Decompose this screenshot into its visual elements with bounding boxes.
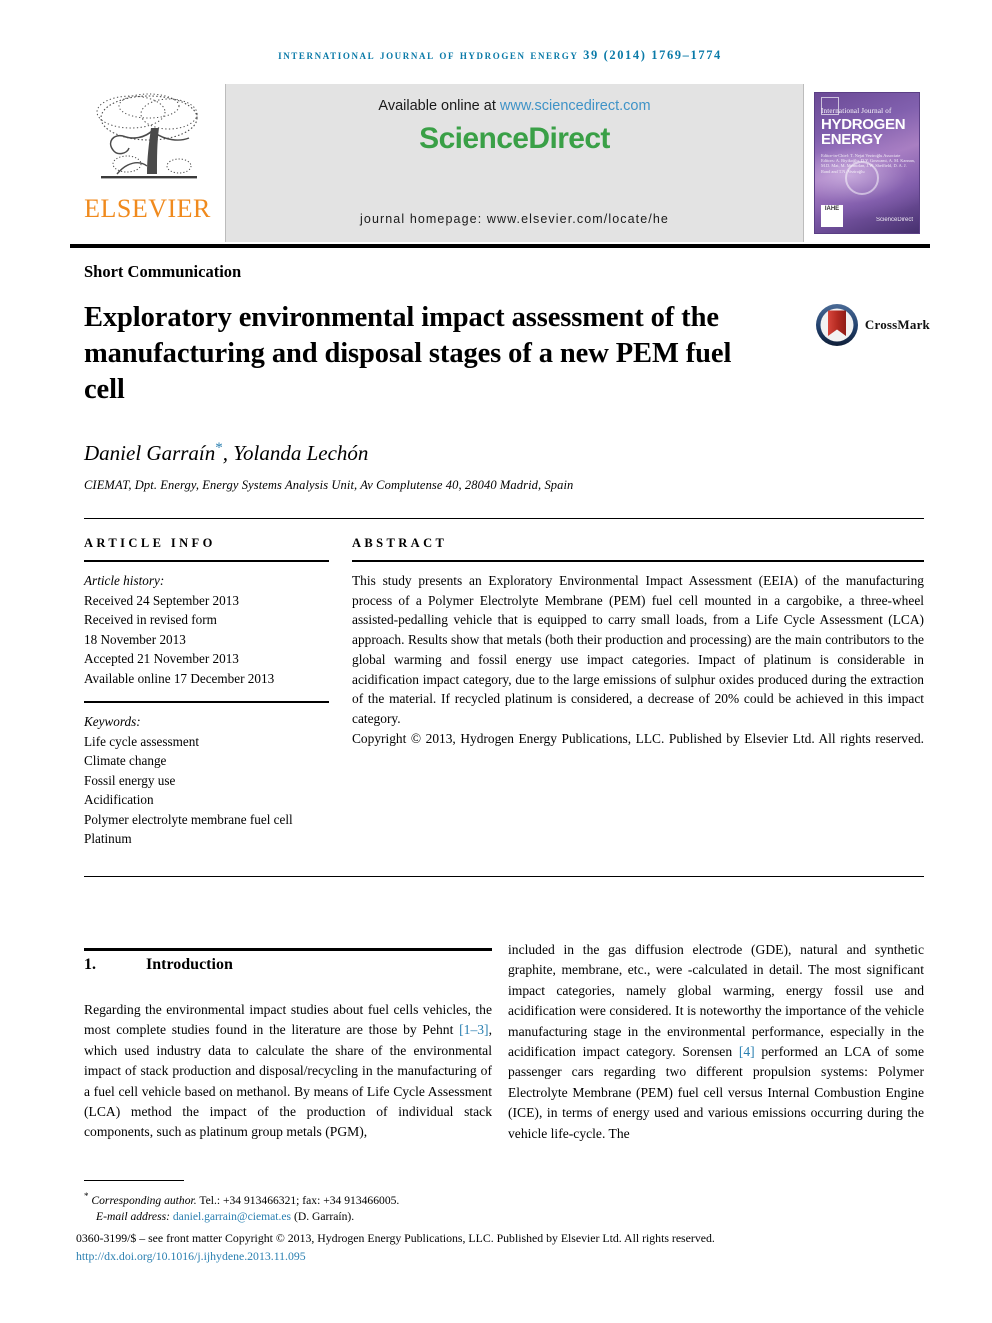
- abstract-block-bottom-rule: [84, 876, 924, 877]
- corresponding-author-label: Corresponding author.: [91, 1193, 197, 1207]
- email-link[interactable]: daniel.garrain@ciemat.es: [173, 1210, 291, 1223]
- abstract-heading: ABSTRACT: [352, 536, 448, 550]
- article-info-heading: ARTICLE INFO: [84, 536, 216, 550]
- sciencedirect-logo: ScienceDirect: [419, 122, 610, 156]
- keyword-item: Climate change: [84, 753, 167, 768]
- article-history-label: Article history:: [84, 573, 165, 588]
- article-history-item: Received 24 September 2013: [84, 592, 239, 608]
- abstract-block-top-rule: [84, 518, 924, 519]
- affiliation: CIEMAT, Dpt. Energy, Energy Systems Anal…: [84, 478, 574, 492]
- corresponding-author-marker: *: [215, 440, 223, 456]
- sciencedirect-logo-science: Science: [419, 122, 529, 155]
- body-text-part: , which used industry data to calculate …: [84, 1022, 492, 1140]
- section-number: 1.: [84, 956, 96, 973]
- author-list: Daniel Garraín*, Yolanda Lechón: [84, 440, 368, 466]
- email-suffix: (D. Garraín).: [291, 1210, 355, 1224]
- keywords-rule: [84, 701, 329, 703]
- abstract-body: This study presents an Exploratory Envir…: [352, 573, 924, 726]
- article-history-item: Available online 17 December 2013: [84, 670, 275, 686]
- keyword-item: Platinum: [84, 831, 132, 846]
- citation-ref[interactable]: [1–3]: [459, 1022, 488, 1037]
- paper-page: International Journal of Hydrogen Energy…: [0, 0, 992, 1323]
- cover-sciencedirect-mark: ScienceDirect: [875, 217, 913, 223]
- body-text-part: Regarding the environmental impact studi…: [84, 1002, 492, 1038]
- available-online-prefix: Available online at: [378, 98, 500, 114]
- masthead: ELSEVIER Available online at www.science…: [70, 84, 930, 242]
- cover-title-line2: ENERGY: [821, 131, 883, 148]
- abstract-copyright: Copyright © 2013, Hydrogen Energy Public…: [352, 730, 924, 746]
- cover-title-line1: HYDROGEN: [821, 116, 906, 133]
- section-heading: 1. Introduction: [84, 956, 233, 974]
- abstract-heading-rule: [352, 560, 924, 562]
- keyword-item: Life cycle assessment: [84, 733, 199, 749]
- body-column-left: Regarding the environmental impact studi…: [84, 1000, 492, 1143]
- journal-cover-thumbnail: International Journal of HYDROGEN ENERGY…: [804, 84, 930, 242]
- body-text-part: included in the gas diffusion electrode …: [508, 942, 924, 1060]
- footnote-marker: *: [84, 1191, 89, 1201]
- journal-cover-art: International Journal of HYDROGEN ENERGY…: [814, 92, 920, 234]
- author-secondary: , Yolanda Lechón: [222, 441, 369, 465]
- section-name: Introduction: [146, 956, 233, 973]
- elsevier-logo: ELSEVIER: [70, 84, 225, 242]
- sciencedirect-url[interactable]: www.sciencedirect.com: [500, 98, 651, 114]
- sciencedirect-banner: Available online at www.sciencedirect.co…: [225, 84, 804, 242]
- body-column-right: included in the gas diffusion electrode …: [508, 940, 924, 1144]
- article-info-heading-rule: [84, 560, 329, 562]
- cover-editors: Editor-in-Chief: T. Nejat Veziroğlu Asso…: [821, 153, 915, 174]
- masthead-divider: [70, 244, 930, 248]
- body-paragraph: Regarding the environmental impact studi…: [84, 1000, 492, 1143]
- keyword-item: Fossil energy use: [84, 772, 176, 788]
- crossmark-icon: [815, 303, 859, 347]
- journal-homepage-line[interactable]: journal homepage: www.elsevier.com/locat…: [226, 212, 803, 226]
- keywords-label: Keywords:: [84, 714, 141, 729]
- keywords-list: Keywords: Life cycle assessment Climate …: [84, 712, 329, 849]
- article-info-column: ARTICLE INFO Article history: Received 2…: [84, 536, 329, 849]
- issn-copyright-line: 0360-3199/$ – see front matter Copyright…: [76, 1231, 715, 1245]
- page-title: Exploratory environmental impact assessm…: [84, 302, 732, 405]
- elsevier-tree-icon: [87, 88, 209, 194]
- article-type: Short Communication: [84, 262, 242, 281]
- article-history-item: Received in revised form: [84, 612, 217, 627]
- article-history-item: 18 November 2013: [84, 631, 186, 647]
- footnote-rule: [84, 1180, 184, 1181]
- citation-ref[interactable]: [4]: [739, 1044, 755, 1059]
- cover-line-small: International Journal of: [821, 107, 892, 115]
- abstract-column: ABSTRACT This study presents an Explorat…: [352, 536, 924, 768]
- body-paragraph: included in the gas diffusion electrode …: [508, 940, 924, 1144]
- sciencedirect-logo-direct: Direct: [528, 122, 610, 155]
- cover-imprint-logo: IAHE: [821, 205, 843, 227]
- email-label: E-mail address:: [96, 1210, 170, 1224]
- article-history: Article history: Received 24 September 2…: [84, 571, 329, 688]
- keyword-item: Polymer electrolyte membrane fuel cell: [84, 811, 293, 827]
- article-history-item: Accepted 21 November 2013: [84, 651, 239, 666]
- available-online-line: Available online at www.sciencedirect.co…: [378, 98, 650, 114]
- elsevier-wordmark: ELSEVIER: [84, 194, 211, 223]
- crossmark-badge[interactable]: CrossMark: [815, 303, 930, 347]
- keyword-item: Acidification: [84, 792, 154, 807]
- corresponding-author-note: * Corresponding author. Tel.: +34 913466…: [84, 1188, 924, 1209]
- footnote-block: * Corresponding author. Tel.: +34 913466…: [84, 1188, 924, 1226]
- section-rule: [84, 948, 492, 951]
- doi-link[interactable]: http://dx.doi.org/10.1016/j.ijhydene.201…: [76, 1249, 306, 1264]
- crossmark-label: CrossMark: [864, 317, 930, 332]
- cover-title: HYDROGEN ENERGY: [821, 116, 906, 148]
- email-note: E-mail address: daniel.garrain@ciemat.es…: [84, 1209, 924, 1226]
- author-primary: Daniel Garraín: [84, 441, 216, 465]
- running-head: International Journal of Hydrogen Energy…: [278, 48, 722, 62]
- corresponding-author-contact: Tel.: +34 913466321; fax: +34 913466005.: [196, 1193, 400, 1207]
